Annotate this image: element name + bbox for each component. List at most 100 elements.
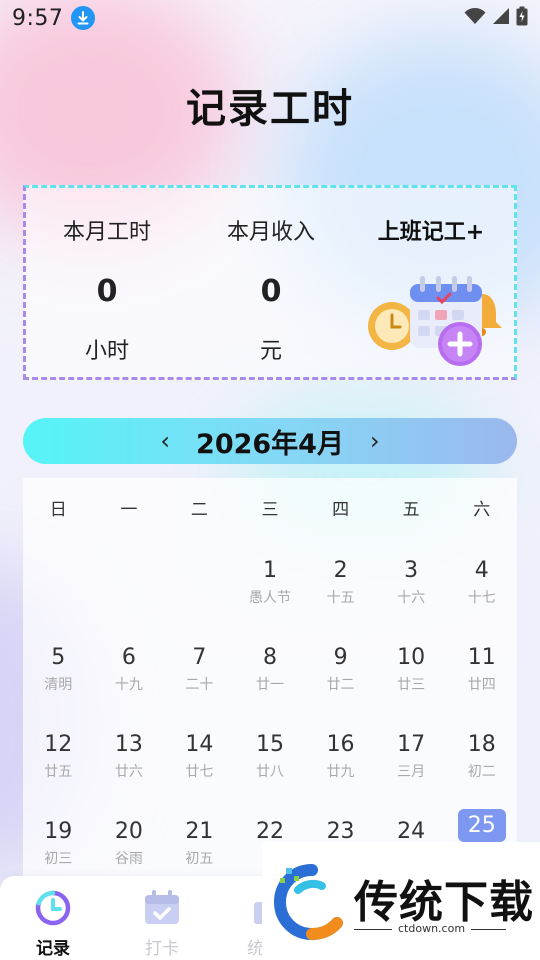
calendar-day-lunar: 廿三 (397, 677, 426, 693)
download-icon (71, 6, 96, 30)
calendar-day-number: 25 (457, 809, 506, 842)
calendar-day-number: 7 (192, 645, 207, 670)
weekday-mon: 一 (120, 499, 138, 520)
calendar-add-icon[interactable] (366, 270, 506, 370)
calendar-day-number: 12 (44, 732, 73, 757)
calendar-day-lunar: 廿六 (114, 764, 143, 780)
current-month-label[interactable]: 2026年4月 (182, 422, 358, 461)
chevron-right-icon[interactable]: › (358, 418, 392, 464)
calendar-day-number: 13 (114, 732, 143, 757)
battery-icon (516, 6, 528, 30)
calendar-day[interactable]: 18 初二 (446, 710, 517, 797)
calendar-day-number: 10 (397, 645, 426, 670)
status-bar: 9:57 (0, 0, 540, 36)
calendar-day[interactable]: 16 廿九 (305, 710, 376, 797)
nav-record-label: 记录 (36, 939, 70, 959)
calendar-day-lunar: 清明 (44, 677, 73, 693)
weekday-sat: 六 (473, 499, 491, 520)
weekday-sun: 日 (49, 499, 67, 520)
calendar-day[interactable]: 20 谷雨 (94, 797, 165, 884)
calendar-day[interactable]: 10 廿三 (376, 623, 447, 710)
monthly-hours-value: 0 (96, 274, 118, 309)
calendar-day-number: 18 (467, 732, 496, 757)
calendar-day-lunar: 十九 (114, 677, 143, 693)
watermark-text: 传统下载 (354, 877, 534, 928)
calendar-day[interactable]: 2 十五 (305, 536, 376, 623)
calendar-day-number: 17 (397, 732, 426, 757)
monthly-income-unit: 元 (259, 339, 282, 364)
calendar-day[interactable]: 9 廿二 (305, 623, 376, 710)
calendar-day-lunar: 三月 (397, 764, 426, 780)
status-time: 9:57 (12, 5, 64, 31)
statistics-icon (254, 902, 264, 924)
calendar-day[interactable]: 11 廿四 (446, 623, 517, 710)
calendar-day-lunar: 初五 (185, 851, 214, 867)
calendar-day-number: 1 (262, 558, 277, 583)
watermark: 传统下载 ctdown.com (262, 842, 540, 960)
record-icon (35, 890, 71, 926)
calendar-day-number: 20 (114, 819, 143, 844)
calendar-day-lunar: 廿五 (44, 764, 73, 780)
calendar-day-number: 6 (121, 645, 136, 670)
calendar-day-number: 14 (185, 732, 214, 757)
calendar-day-number: 15 (255, 732, 284, 757)
calendar-day-number: 16 (326, 732, 355, 757)
calendar-day-number: 4 (474, 558, 489, 583)
calendar-day-number: 11 (467, 645, 496, 670)
calendar-day-lunar: 十七 (467, 590, 496, 606)
monthly-summary-card: 本月工时 0 小时 本月收入 0 元 上班记工+ (23, 185, 517, 380)
calendar-day-number: 24 (397, 819, 426, 844)
calendar-day[interactable]: 4 十七 (446, 536, 517, 623)
calendar-day[interactable]: 3 十六 (376, 536, 447, 623)
calendar-day-number: 5 (51, 645, 66, 670)
calendar-day-lunar: 廿一 (255, 677, 284, 693)
weekday-thu: 四 (332, 499, 350, 520)
calendar-day[interactable]: 17 三月 (376, 710, 447, 797)
monthly-income-label: 本月收入 (226, 220, 315, 245)
calendar-day-lunar: 初二 (467, 764, 496, 780)
weekday-header: 日 一 二 三 四 五 六 (23, 478, 517, 536)
calendar-empty-cell (23, 536, 94, 623)
calendar-day[interactable]: 8 廿一 (235, 623, 306, 710)
calendar-day[interactable]: 6 十九 (94, 623, 165, 710)
calendar-day[interactable]: 7 二十 (164, 623, 235, 710)
calendar-day[interactable]: 19 初三 (23, 797, 94, 884)
calendar-day[interactable]: 15 廿八 (235, 710, 306, 797)
calendar-day-number: 23 (326, 819, 355, 844)
calendar-day-lunar: 廿九 (326, 764, 355, 780)
nav-clock-in-label: 打卡 (145, 939, 179, 959)
calendar-day-lunar: 十六 (397, 590, 426, 606)
calendar-day-lunar: 二十 (185, 677, 214, 693)
calendar-day-number: 8 (262, 645, 277, 670)
calendar-day-number: 22 (255, 819, 284, 844)
calendar-day-number: 2 (333, 558, 348, 583)
monthly-income: 本月收入 0 元 (201, 214, 341, 365)
monthly-hours: 本月工时 0 小时 (37, 214, 177, 365)
monthly-hours-label: 本月工时 (62, 220, 151, 245)
calendar-day[interactable]: 21 初五 (164, 797, 235, 884)
calendar-day[interactable]: 14 廿七 (164, 710, 235, 797)
calendar-day-lunar: 谷雨 (114, 851, 143, 867)
nav-clock-in[interactable]: 打卡 (117, 888, 207, 959)
calendar-empty-cell (164, 536, 235, 623)
monthly-hours-unit: 小时 (84, 339, 129, 364)
calendar-day-lunar: 廿八 (255, 764, 284, 780)
calendar-day[interactable]: 1 愚人节 (235, 536, 306, 623)
monthly-income-value: 0 (260, 274, 282, 309)
calendar-day-lunar: 廿七 (185, 764, 214, 780)
signal-icon (492, 7, 510, 29)
calendar-day[interactable]: 13 廿六 (94, 710, 165, 797)
chevron-left-icon[interactable]: ‹ (148, 418, 182, 464)
watermark-logo (273, 864, 343, 941)
calendar-day-lunar: 廿四 (467, 677, 496, 693)
calendar-day-number: 3 (404, 558, 419, 583)
nav-record[interactable]: 记录 (8, 888, 98, 959)
calendar-day-lunar: 廿二 (326, 677, 355, 693)
page-title: 记录工时 (186, 86, 354, 132)
calendar-day-number: 21 (185, 819, 214, 844)
calendar-day[interactable]: 12 廿五 (23, 710, 94, 797)
calendar-day[interactable]: 5 清明 (23, 623, 94, 710)
calendar-days: 1 愚人节 2 十五 3 十六 4 十七 5 清明 6 十九 7 二十 8 廿一 9 廿二 10 廿三 11 廿四 12 廿五… (23, 536, 517, 884)
clock-in-button[interactable]: 上班记工+ (366, 214, 496, 246)
calendar-day-number: 9 (333, 645, 348, 670)
